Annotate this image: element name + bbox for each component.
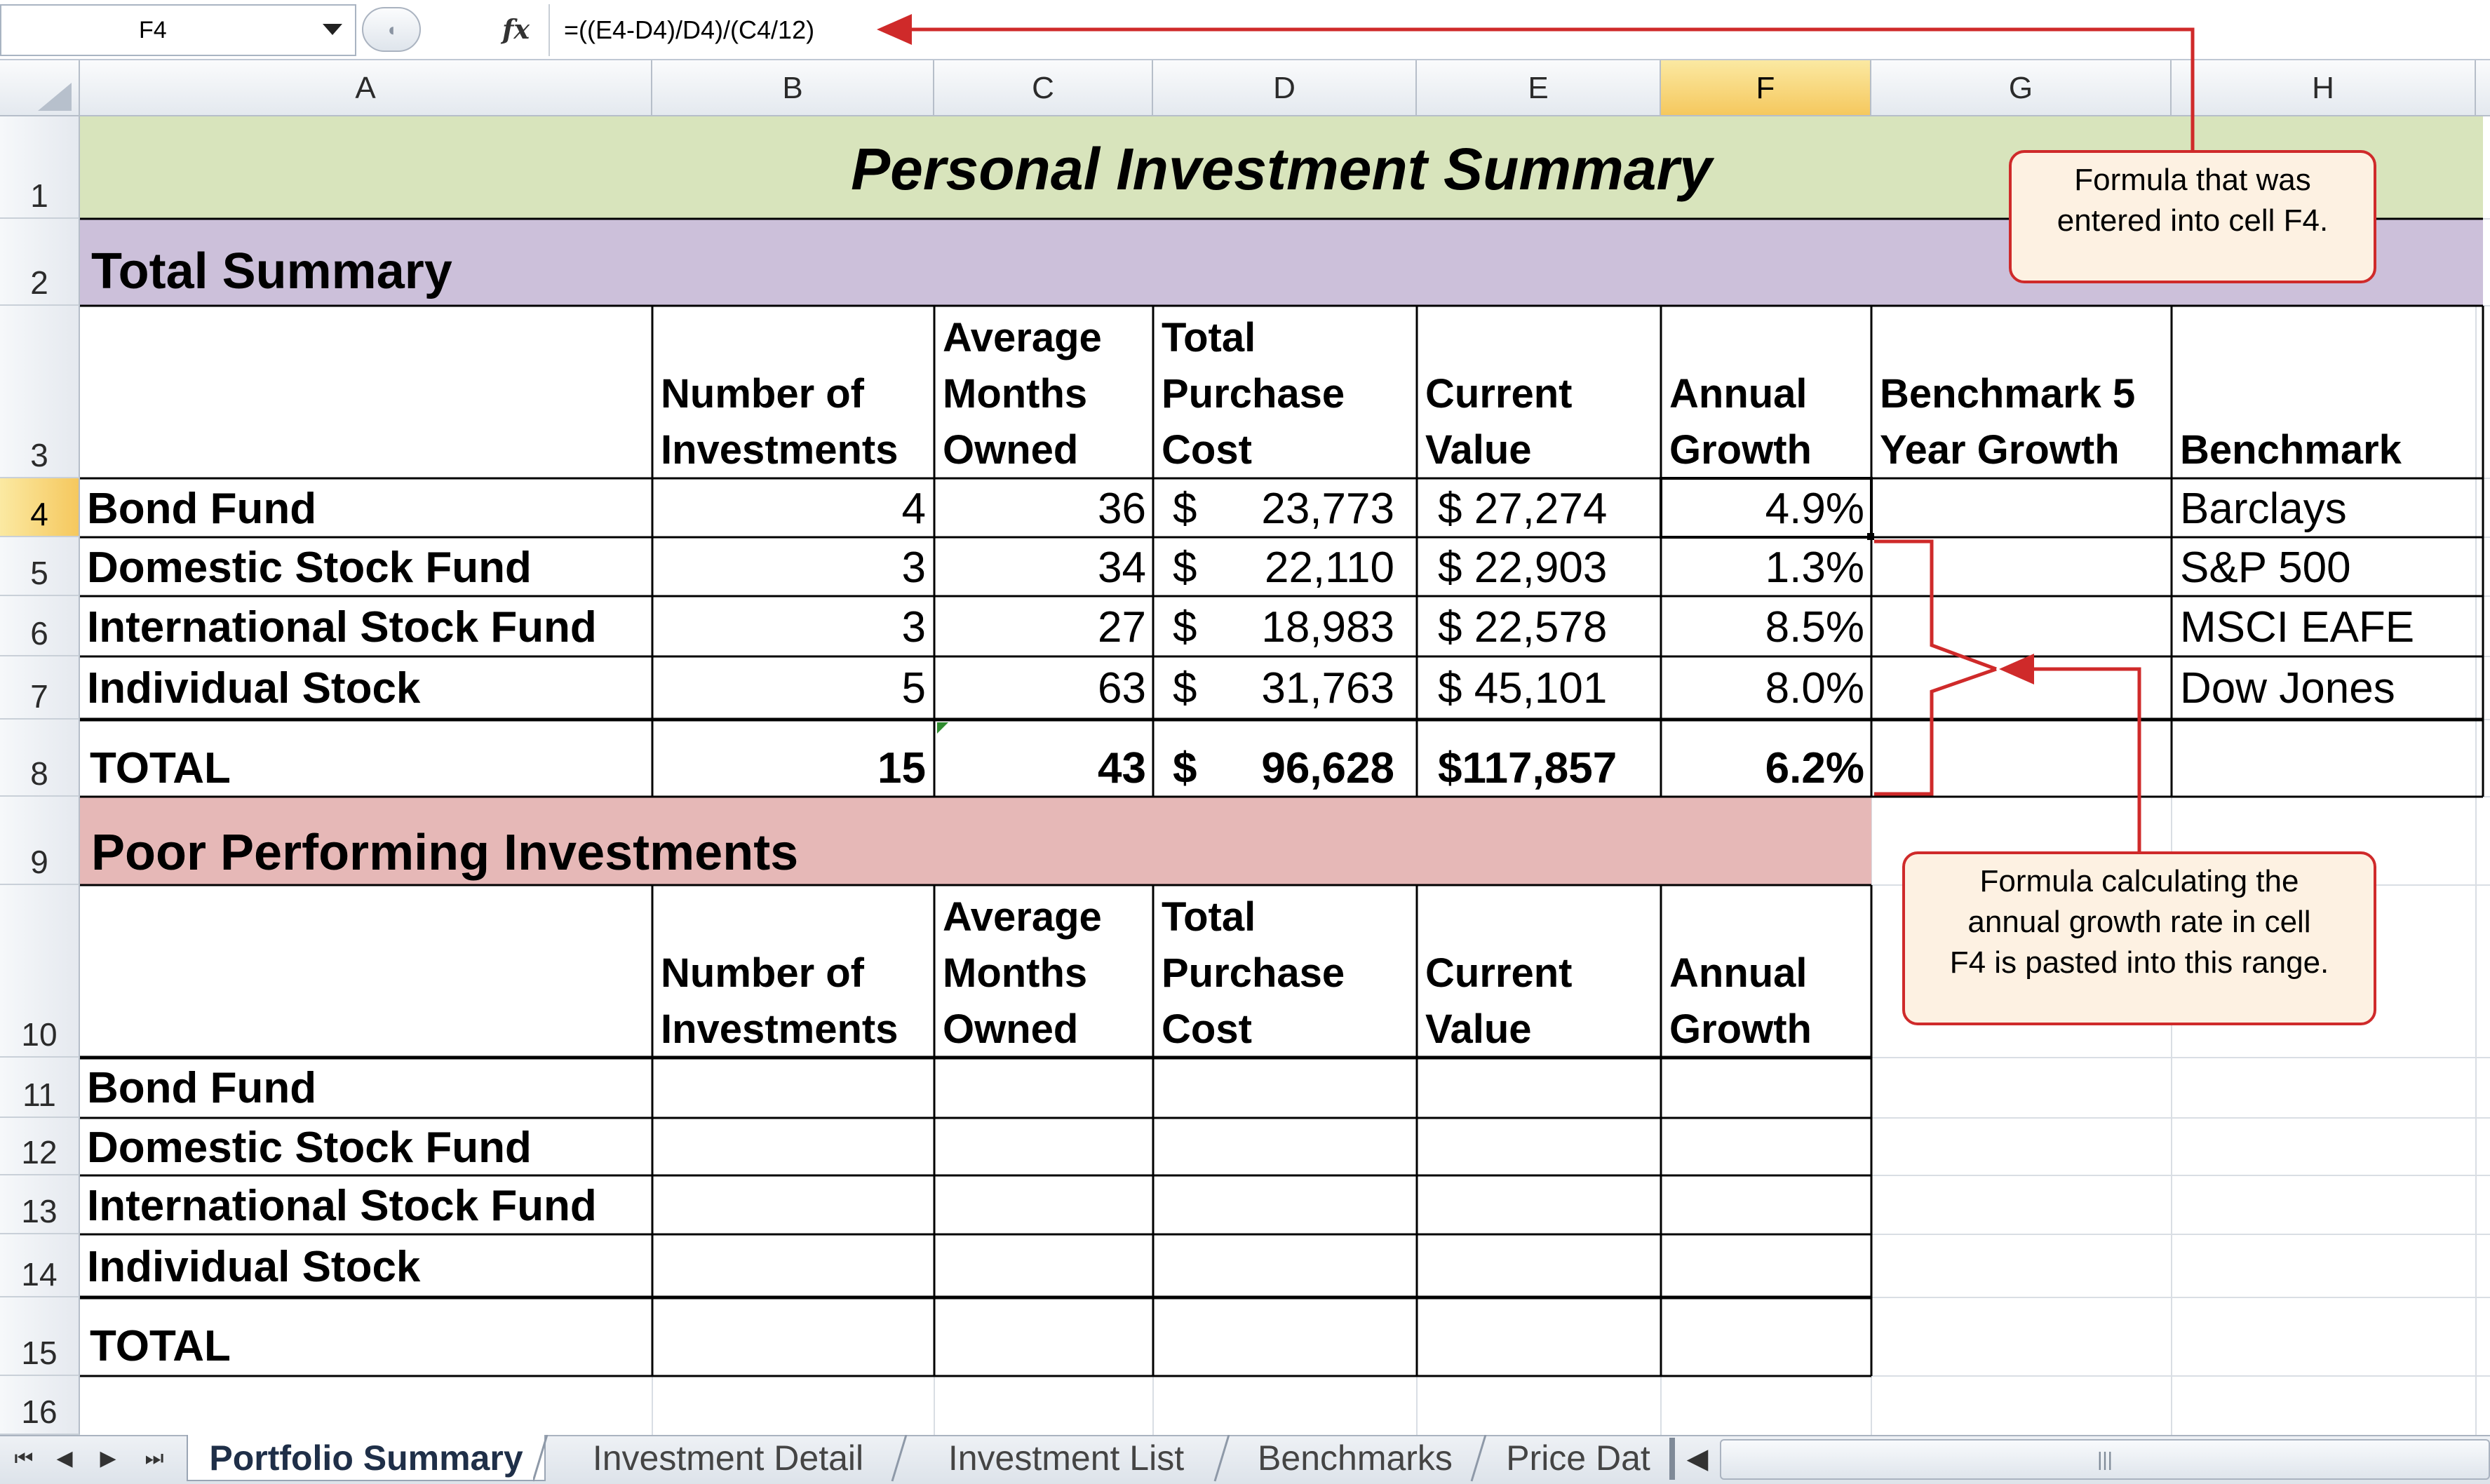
arrow-to-formula bbox=[905, 27, 2195, 151]
arrowhead-range bbox=[1999, 654, 2034, 684]
tab-split-handle[interactable] bbox=[1669, 1438, 1675, 1480]
first-sheet-icon[interactable]: ⏮ bbox=[7, 1442, 41, 1476]
arrowhead-formula bbox=[877, 14, 912, 45]
previous-sheet-icon[interactable]: ◀ bbox=[48, 1442, 81, 1476]
horizontal-scrollbar-thumb[interactable]: ||| bbox=[1720, 1439, 2490, 1480]
scroll-left-icon[interactable]: ◀ bbox=[1681, 1442, 1714, 1476]
next-sheet-icon[interactable]: ▶ bbox=[91, 1442, 125, 1476]
arrow-to-range bbox=[2034, 667, 2141, 856]
paste-range-callout: Formula calculating the annual growth ra… bbox=[1902, 851, 2376, 1025]
tab-portfolio-summary[interactable]: Portfolio Summary bbox=[187, 1435, 546, 1481]
tab-separators bbox=[533, 1435, 1487, 1482]
formula-callout: Formula that was entered into cell F4. bbox=[2009, 150, 2376, 283]
last-sheet-icon[interactable]: ⏭ bbox=[137, 1442, 171, 1476]
